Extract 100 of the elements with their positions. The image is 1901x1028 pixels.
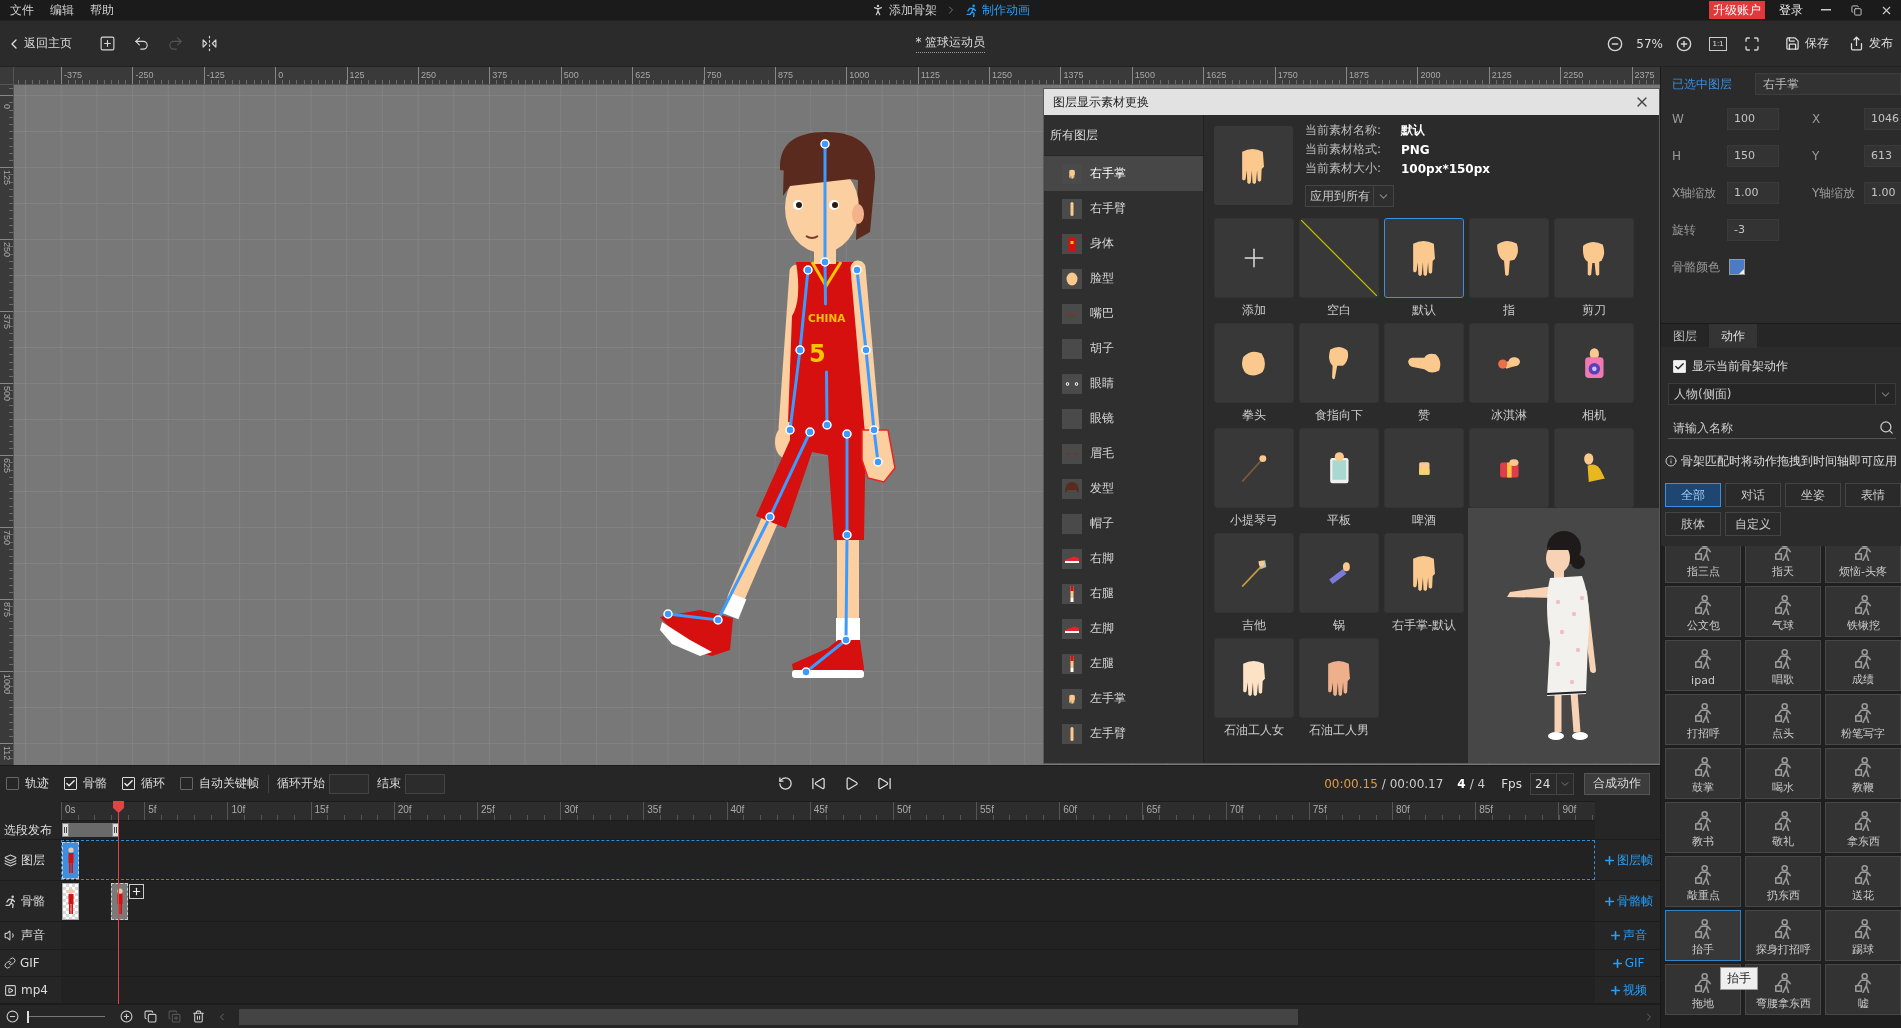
info-value: PNG [1401,142,1430,157]
material-label: 啤酒 [1412,512,1436,529]
frame-label: 0s [65,804,76,815]
ruler-label: 1125 [920,70,941,80]
frame-label: 35f [647,804,662,815]
frame-label: 45f [813,804,828,815]
property-label: Y [1812,149,1821,163]
ruler-label: 1750 [1277,70,1298,80]
material-label: 指 [1503,302,1515,319]
property-label: 旋转 [1672,221,1697,239]
property-label: 骨骼颜色 [1672,258,1721,276]
checkbox-label: 骨骼 [83,775,107,792]
material-label: 右手掌-默认 [1391,617,1457,634]
info-label: 当前素材大小: [1305,160,1383,177]
fps-label: Fps [1501,776,1522,791]
ruler-label: -375 [64,70,82,80]
ruler-label: 625 [1,458,12,474]
frame-label: 80f [1396,804,1410,815]
ruler-label: 125 [349,70,365,80]
hint-text: 骨架匹配时将动作拖拽到时间轴即可应用 [1681,453,1897,469]
frame-label: 20f [397,804,412,815]
ruler-label: 625 [635,70,651,80]
current-frame: 4 [1457,776,1466,791]
frame-label: 30f [564,804,579,815]
checkbox-label: 轨迹 [25,775,49,792]
ruler-label: 875 [777,70,793,80]
property-label: W [1672,112,1685,126]
jersey-number: 5 [809,340,826,368]
property-label: H [1672,149,1683,163]
ruler-label: 2000 [1420,70,1441,80]
material-label: 小提琴弓 [1230,512,1278,529]
track-label: 声音 [21,927,45,944]
material-label: 剪刀 [1582,302,1606,319]
ruler-label: 875 [1,602,12,618]
zoom-value: 57% [1636,36,1663,51]
ruler-label: 0 [1,104,12,109]
frame-label: 60f [1063,804,1078,815]
ruler-label: 125 [1,170,12,186]
ruler-label: 1875 [1349,70,1370,80]
ruler-label: 2250 [1563,70,1584,80]
ruler-label: 250 [1,242,12,258]
material-label: 石油工人女 [1224,722,1284,739]
track-label: 骨骼 [21,892,45,910]
material-label: 默认 [1412,302,1436,319]
frame-label: 5f [148,804,157,815]
frame-label: 15f [314,804,329,815]
frame-label: 70f [1229,804,1244,815]
current-time: 00:00.15 [1324,776,1378,791]
ruler-label: 750 [706,70,722,80]
total-time: / 00:00.17 [1381,776,1444,791]
material-label: 添加 [1242,302,1266,319]
frame-label: 65f [1146,804,1161,815]
track-label: mp4 [21,983,48,997]
ruler-label: 1375 [1063,70,1084,80]
track-label: GIF [20,956,40,970]
material-label: 石油工人男 [1309,722,1369,739]
frame-label: 40f [730,804,745,815]
ruler-label: -125 [206,70,225,80]
property-label: X轴缩放 [1672,184,1718,202]
ruler-label: 500 [563,70,579,80]
material-label: 吉他 [1242,617,1266,634]
ruler-label: 375 [1,314,12,330]
ruler-label: 750 [1,530,12,546]
ruler-label: 2375 [1634,70,1655,80]
dialog-title: 图层显示素材更换 [1053,93,1149,111]
tooltip: 抬手 [1720,967,1758,990]
material-label: 锅 [1333,617,1345,634]
loop-start-label: 循环开始 [277,775,325,792]
frame-label: 85f [1479,804,1494,815]
ruler-label: 0 [278,70,284,80]
material-label: 赞 [1418,407,1430,424]
material-label: 食指向下 [1315,407,1363,424]
ruler-label: 500 [1,386,12,402]
property-label: Y轴缩放 [1812,184,1857,202]
info-value: 默认 [1401,122,1425,139]
checkbox-label: 显示当前骨架动作 [1692,357,1788,375]
info-label: 当前素材格式: [1305,141,1383,158]
frame-label: 50f [896,804,911,815]
ruler-label: 250 [420,70,436,80]
info-label: 当前素材名称: [1305,122,1383,139]
track-label: 图层 [21,851,45,869]
material-label: 拳头 [1242,407,1266,424]
property-label: X [1812,112,1822,126]
track-label: 选段发布 [4,821,52,839]
checkbox-label: 循环 [141,775,165,792]
document-title: * 篮球运动员 [915,34,986,53]
info-value: 100px*150px [1401,161,1491,176]
frame-label: 75f [1312,804,1327,815]
ruler-label: 375 [492,70,508,80]
ruler-label: 1500 [1134,70,1155,80]
ruler-label: 1000 [1,674,12,695]
ruler-label: 1250 [992,70,1013,80]
loop-end-label: 结束 [377,775,401,792]
frame-label: 55f [980,804,994,815]
frame-label: 10f [231,804,246,815]
material-label: 平板 [1327,512,1351,529]
material-label: 相机 [1582,407,1606,424]
frame-label: 90f [1562,804,1577,815]
ruler-label: -250 [135,70,154,80]
frame-total: / 4 [1469,776,1486,791]
